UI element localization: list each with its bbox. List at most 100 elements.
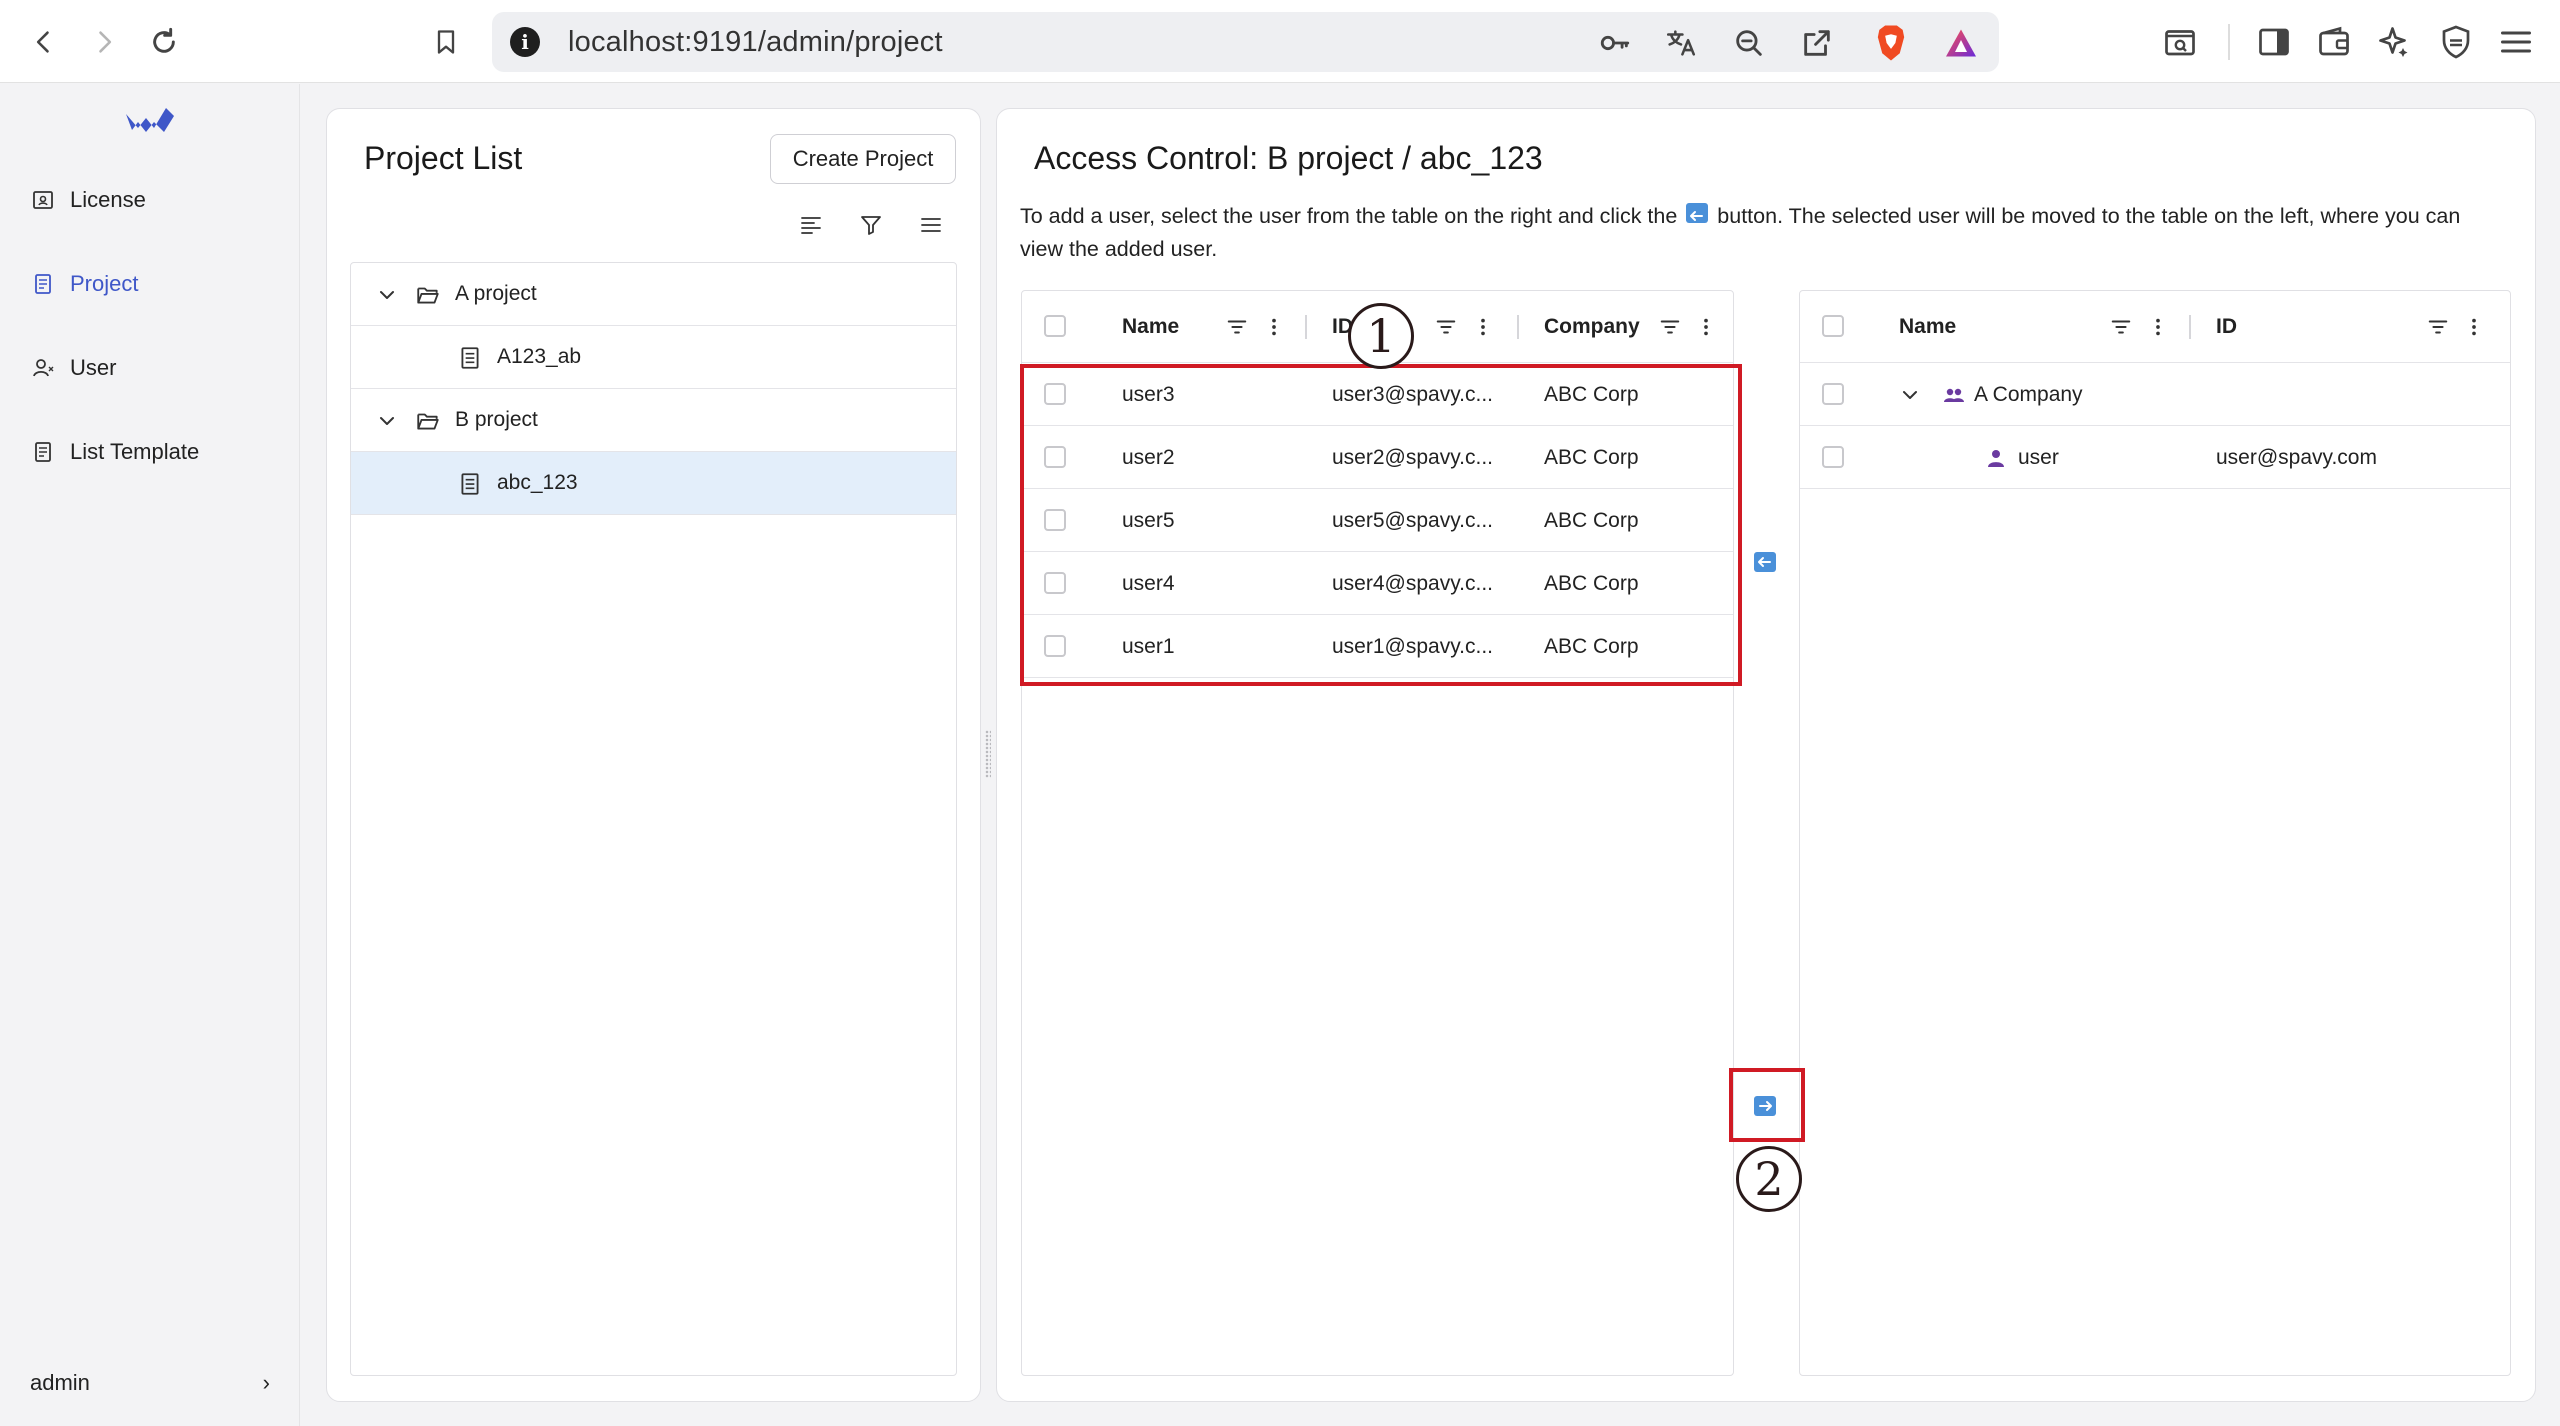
select-all-checkbox[interactable] xyxy=(1822,315,1844,337)
column-header-company[interactable]: Company xyxy=(1544,291,1640,363)
sidebar-item-label: User xyxy=(70,355,117,380)
forward-icon[interactable] xyxy=(80,18,128,66)
tree-label: B project xyxy=(455,408,538,431)
annotation-step-one: 1 xyxy=(1348,303,1414,369)
description-text: To add a user, select the user from the … xyxy=(1020,204,1678,228)
panel-resize-handle[interactable] xyxy=(985,730,991,778)
chevron-right-icon: › xyxy=(262,1370,270,1395)
arrow-left-icon xyxy=(1758,557,1771,567)
current-user-menu[interactable]: admin › xyxy=(30,1370,270,1396)
vpn-icon[interactable] xyxy=(2434,20,2478,64)
column-separator[interactable] xyxy=(2189,315,2191,339)
column-menu-icon[interactable] xyxy=(2462,315,2486,339)
column-filter-icon[interactable] xyxy=(1434,315,1458,339)
tree-row-item-selected[interactable]: abc_123 xyxy=(351,452,956,515)
wallet-icon[interactable] xyxy=(2312,20,2356,64)
column-separator[interactable] xyxy=(1305,315,1307,339)
column-filter-icon[interactable] xyxy=(1658,315,1682,339)
leo-ai-icon[interactable] xyxy=(2372,20,2416,64)
sidebar-item-label: License xyxy=(70,187,146,212)
move-left-button[interactable] xyxy=(1754,552,1776,572)
column-header-name[interactable]: Name xyxy=(1122,291,1179,363)
brave-shield-icon[interactable] xyxy=(1872,24,1910,62)
back-icon[interactable] xyxy=(20,18,68,66)
menu-lines-icon[interactable] xyxy=(914,208,948,242)
sidebar-icon[interactable] xyxy=(2252,20,2296,64)
tree-row-folder[interactable]: A project xyxy=(351,263,956,326)
project-icon xyxy=(30,271,56,297)
share-icon[interactable] xyxy=(1798,24,1836,62)
access-control-description: To add a user, select the user from the … xyxy=(1020,200,2500,266)
cell-group-name: A Company xyxy=(1974,382,2083,406)
user-icon xyxy=(30,355,56,381)
zoom-out-icon[interactable] xyxy=(1730,24,1768,62)
column-menu-icon[interactable] xyxy=(1694,315,1718,339)
brave-rewards-icon[interactable] xyxy=(1942,24,1980,62)
info-icon[interactable]: i xyxy=(510,27,540,57)
cell-name: user xyxy=(2018,445,2059,469)
chevron-down-icon[interactable] xyxy=(375,409,399,433)
annotation-step-two: 2 xyxy=(1736,1146,1802,1212)
row-checkbox[interactable] xyxy=(1822,446,1844,468)
menu-icon[interactable] xyxy=(2494,20,2538,64)
folder-open-icon xyxy=(417,287,439,304)
document-icon xyxy=(461,473,479,495)
chevron-down-icon[interactable] xyxy=(1898,383,1922,407)
column-header-id[interactable]: ID xyxy=(2216,291,2237,363)
key-icon[interactable] xyxy=(1596,24,1634,62)
address-bar[interactable]: i localhost:9191/admin/project xyxy=(492,12,1999,72)
sidebar-item-user[interactable]: User xyxy=(0,338,300,398)
column-separator[interactable] xyxy=(1517,315,1519,339)
screenshot-icon[interactable] xyxy=(2158,20,2202,64)
table-group-row[interactable]: A Company xyxy=(1800,363,2510,426)
sidebar-item-license[interactable]: License xyxy=(0,170,300,230)
url-text[interactable]: localhost:9191/admin/project xyxy=(568,26,943,59)
sidebar-item-project[interactable]: Project xyxy=(0,254,300,314)
column-filter-icon[interactable] xyxy=(1225,315,1249,339)
license-icon xyxy=(30,187,56,213)
create-project-button[interactable]: Create Project xyxy=(770,134,956,184)
row-checkbox[interactable] xyxy=(1822,383,1844,405)
annotation-highlight-move-button xyxy=(1729,1068,1805,1142)
filter-icon[interactable] xyxy=(854,208,888,242)
translate-icon[interactable] xyxy=(1662,24,1700,62)
column-filter-icon[interactable] xyxy=(2109,315,2133,339)
table-header: Name ID xyxy=(1800,291,2510,363)
folder-open-icon xyxy=(417,413,439,430)
sidebar-item-label: List Template xyxy=(70,439,200,464)
user-group-icon xyxy=(1944,388,1964,402)
assigned-users-table: Name ID A Company user user@spavy.com xyxy=(1799,290,2511,1376)
tree-row-item[interactable]: A123_ab xyxy=(351,326,956,389)
project-tree: A project A123_ab B project abc_123 xyxy=(350,262,957,1376)
column-menu-icon[interactable] xyxy=(2146,315,2170,339)
column-filter-icon[interactable] xyxy=(2426,315,2450,339)
tree-label: A project xyxy=(455,282,537,305)
sidebar-item-list-template[interactable]: List Template xyxy=(0,422,300,482)
document-icon xyxy=(461,347,479,369)
column-menu-icon[interactable] xyxy=(1262,315,1286,339)
bookmark-icon[interactable] xyxy=(422,18,470,66)
sidebar-item-label: Project xyxy=(70,271,139,296)
list-template-icon xyxy=(30,439,56,465)
chevron-down-icon[interactable] xyxy=(375,283,399,307)
access-control-title: Access Control: B project / abc_123 xyxy=(1034,140,1543,176)
table-row[interactable]: user user@spavy.com xyxy=(1800,426,2510,489)
project-list-title: Project List xyxy=(364,140,523,176)
app-logo-icon[interactable] xyxy=(124,100,176,140)
column-menu-icon[interactable] xyxy=(1471,315,1495,339)
current-user-label: admin xyxy=(30,1370,90,1395)
reload-icon[interactable] xyxy=(140,18,188,66)
browser-toolbar: i localhost:9191/admin/project xyxy=(0,0,2560,83)
left-navigation: License Project User List Template admin… xyxy=(0,84,300,1426)
tree-label: abc_123 xyxy=(497,471,578,494)
person-icon xyxy=(1988,450,2004,467)
select-all-checkbox[interactable] xyxy=(1044,315,1066,337)
annotation-highlight-user-rows xyxy=(1020,364,1742,686)
cell-id: user@spavy.com xyxy=(2216,445,2377,469)
toolbar-divider xyxy=(2228,24,2230,60)
column-header-name[interactable]: Name xyxy=(1899,291,1956,363)
tree-row-folder[interactable]: B project xyxy=(351,389,956,452)
tree-label: A123_ab xyxy=(497,345,582,368)
arrow-left-icon xyxy=(1686,203,1709,223)
align-left-icon[interactable] xyxy=(794,208,828,242)
